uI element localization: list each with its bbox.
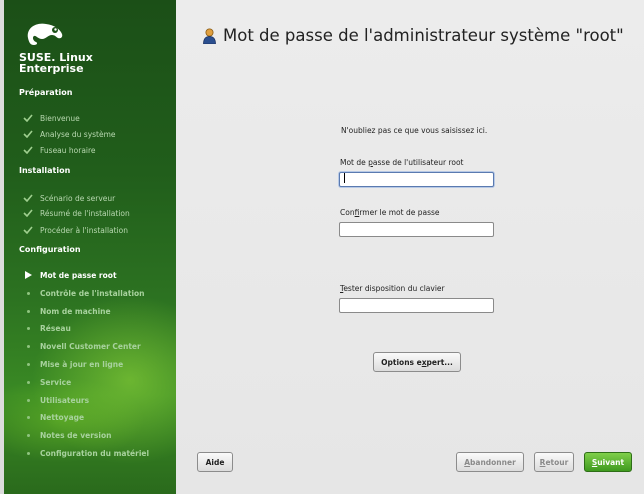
bullet-icon bbox=[22, 341, 34, 351]
next-button[interactable]: Suivant bbox=[584, 452, 632, 472]
text-caret bbox=[344, 173, 345, 183]
keyboard-test-label: Tester disposition du clavier bbox=[340, 284, 445, 293]
main-panel: Mot de passe de l'administrateur système… bbox=[176, 0, 644, 494]
checkmark-icon bbox=[22, 208, 34, 218]
suse-chameleon-logo bbox=[27, 23, 63, 45]
section-configuration: Configuration bbox=[19, 245, 81, 254]
checkmark-icon bbox=[22, 129, 34, 139]
bullet-icon bbox=[22, 323, 34, 333]
password-input[interactable] bbox=[339, 172, 494, 187]
bullet-icon bbox=[22, 377, 34, 387]
keyboard-test-input[interactable] bbox=[339, 298, 494, 313]
confirm-label: Confirmer le mot de passe bbox=[340, 208, 440, 217]
hint-text: N'oubliez pas ce que vous saisissez ici. bbox=[341, 126, 488, 135]
sidebar-item-analyse: Analyse du système bbox=[22, 128, 116, 140]
confirm-password-input[interactable] bbox=[339, 222, 494, 237]
section-installation: Installation bbox=[19, 166, 71, 175]
sidebar-item-resume: Résumé de l'installation bbox=[22, 207, 130, 219]
current-step-arrow-icon bbox=[22, 270, 34, 280]
expert-options-button[interactable]: Options e x pert... bbox=[373, 352, 461, 372]
bullet-icon bbox=[22, 395, 34, 405]
password-label: Mot de passe de l'utilisateur root bbox=[340, 158, 464, 167]
sidebar-item-proceder: Procéder à l'installation bbox=[22, 224, 128, 236]
sidebar-item-controle: Contrôle de l'installation bbox=[22, 287, 145, 299]
sidebar-item-nettoyage: Nettoyage bbox=[22, 411, 84, 423]
sidebar-item-mise-a-jour: Mise à jour en ligne bbox=[22, 358, 123, 370]
sidebar-item-bienvenue: Bienvenue bbox=[22, 112, 80, 124]
sidebar-item-materiel: Configuration du matériel bbox=[22, 447, 149, 459]
bullet-icon bbox=[22, 430, 34, 440]
bullet-icon bbox=[22, 359, 34, 369]
sidebar-item-novell: Novell Customer Center bbox=[22, 340, 141, 352]
back-button[interactable]: Retour bbox=[534, 452, 574, 472]
sidebar-item-fuseau: Fuseau horaire bbox=[22, 144, 96, 156]
sidebar-item-mot-de-passe-root: Mot de passe root bbox=[22, 269, 117, 281]
user-icon bbox=[203, 28, 216, 44]
checkmark-icon bbox=[22, 193, 34, 203]
sidebar-item-service: Service bbox=[22, 376, 71, 388]
bullet-icon bbox=[22, 306, 34, 316]
checkmark-icon bbox=[22, 225, 34, 235]
bullet-icon bbox=[22, 412, 34, 422]
sidebar-item-utilisateurs: Utilisateurs bbox=[22, 394, 89, 406]
page-title: Mot de passe de l'administrateur système… bbox=[203, 26, 624, 45]
help-button[interactable]: Aide bbox=[197, 452, 233, 472]
brand-name: SUSE. Linux Enterprise bbox=[19, 51, 93, 75]
sidebar: SUSE. Linux Enterprise Préparation Bienv… bbox=[0, 0, 176, 494]
bullet-icon bbox=[22, 448, 34, 458]
checkmark-icon bbox=[22, 113, 34, 123]
sidebar-item-reseau: Réseau bbox=[22, 322, 71, 334]
bullet-icon bbox=[22, 288, 34, 298]
sidebar-item-scenario: Scénario de serveur bbox=[22, 192, 115, 204]
sidebar-item-notes: Notes de version bbox=[22, 429, 111, 441]
abort-button[interactable]: Abandonner bbox=[456, 452, 524, 472]
section-preparation: Préparation bbox=[19, 88, 73, 97]
checkmark-icon bbox=[22, 145, 34, 155]
sidebar-item-nom-machine: Nom de machine bbox=[22, 305, 111, 317]
